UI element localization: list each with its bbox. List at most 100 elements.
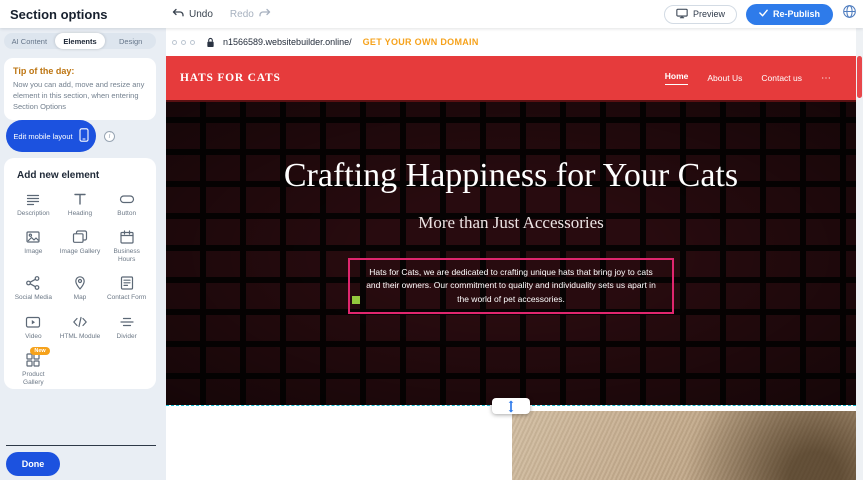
add-element-panel: Add new element Description Heading <box>4 158 156 389</box>
preview-label: Preview <box>693 9 725 19</box>
element-label: Product Gallery <box>11 371 55 387</box>
undo-button[interactable]: Undo <box>189 9 213 20</box>
button-icon <box>119 191 135 207</box>
hero-paragraph[interactable]: Hats for Cats, we are dedicated to craft… <box>362 266 660 306</box>
hero-title[interactable]: Crafting Happiness for Your Cats <box>276 154 746 198</box>
lock-icon <box>206 37 215 48</box>
element-label: Social Media <box>15 294 52 302</box>
get-domain-link[interactable]: GET YOUR OWN DOMAIN <box>363 37 479 47</box>
element-item-business-hours[interactable]: Business Hours <box>103 229 150 264</box>
element-label: Map <box>74 294 87 302</box>
window-dot <box>181 40 186 45</box>
html-module-icon <box>72 314 88 330</box>
element-item-contact-form[interactable]: Contact Form <box>103 275 150 302</box>
site-logo[interactable]: HATS FOR CATS <box>180 72 281 84</box>
site-header[interactable]: HATS FOR CATS Home About Us Contact us ⋯ <box>166 56 856 100</box>
scrollbar-track[interactable] <box>856 28 863 480</box>
element-label: Image Gallery <box>60 248 100 256</box>
phone-icon <box>79 128 89 144</box>
nav-more-icon[interactable]: ⋯ <box>821 73 832 84</box>
video-icon <box>25 314 41 330</box>
site-nav: Home About Us Contact us ⋯ <box>665 71 832 85</box>
element-item-image-gallery[interactable]: Image Gallery <box>57 229 104 264</box>
element-item-button[interactable]: Button <box>103 191 150 218</box>
section-resize-handle[interactable] <box>492 398 530 414</box>
element-item-heading[interactable]: Heading <box>57 191 104 218</box>
element-label: Description <box>17 210 50 218</box>
check-icon <box>759 9 768 19</box>
element-label: Image <box>24 248 42 256</box>
tab-design[interactable]: Design <box>105 33 156 49</box>
globe-icon[interactable] <box>842 4 857 24</box>
element-item-image[interactable]: Image <box>10 229 57 264</box>
new-badge: New <box>30 347 49 355</box>
topbar-actions: Preview Re-Publish <box>664 4 857 25</box>
contact-form-icon <box>119 275 135 291</box>
element-item-video[interactable]: Video <box>10 314 57 341</box>
undo-redo-group: Undo Redo <box>172 5 271 23</box>
element-item-map[interactable]: Map <box>57 275 104 302</box>
tip-title: Tip of the day: <box>13 66 147 76</box>
social-media-icon <box>25 275 41 291</box>
element-label: Button <box>117 210 136 218</box>
nav-item-about[interactable]: About Us <box>707 73 742 83</box>
page-title: Section options <box>10 7 108 22</box>
republish-button[interactable]: Re-Publish <box>746 4 833 25</box>
sidebar-divider <box>6 445 156 446</box>
hero-paragraph-box[interactable]: Hats for Cats, we are dedicated to craft… <box>348 258 674 314</box>
info-icon[interactable]: i <box>104 131 115 142</box>
up-down-arrow-icon <box>507 400 515 413</box>
window-dot <box>190 40 195 45</box>
redo-icon[interactable] <box>259 5 271 23</box>
tip-body: Now you can add, move and resize any ele… <box>13 80 147 113</box>
undo-icon[interactable] <box>172 5 184 23</box>
site-preview: HATS FOR CATS Home About Us Contact us ⋯… <box>166 56 856 480</box>
edit-mobile-layout-label: Edit mobile layout <box>13 132 72 141</box>
window-dot <box>172 40 177 45</box>
element-resize-handle[interactable] <box>352 296 360 304</box>
element-grid: Description Heading Button <box>10 191 150 387</box>
tab-elements[interactable]: Elements <box>55 33 106 49</box>
app-window: Section options Undo Redo <box>0 0 863 480</box>
description-icon <box>25 191 41 207</box>
divider-icon <box>119 314 135 330</box>
sidebar-tabs: AI Content Elements Design <box>4 33 156 49</box>
element-label: Video <box>25 333 42 341</box>
add-element-title: Add new element <box>17 170 150 181</box>
nav-item-home[interactable]: Home <box>665 71 689 85</box>
next-section[interactable] <box>166 406 856 480</box>
element-label: Contact Form <box>107 294 146 302</box>
element-item-description[interactable]: Description <box>10 191 57 218</box>
edit-mobile-layout-button[interactable]: Edit mobile layout <box>6 120 96 152</box>
element-item-product-gallery[interactable]: New Product Gallery <box>10 352 57 387</box>
image-gallery-icon <box>72 229 88 245</box>
tip-card: Tip of the day: Now you can add, move an… <box>4 58 156 120</box>
done-button[interactable]: Done <box>6 452 60 476</box>
element-label: HTML Module <box>60 333 101 341</box>
hero-subtitle[interactable]: More than Just Accessories <box>418 213 604 233</box>
editor-canvas: n1566589.websitebuilder.online/ GET YOUR… <box>166 28 856 480</box>
nav-item-contact[interactable]: Contact us <box>761 73 802 83</box>
preview-button[interactable]: Preview <box>664 5 737 24</box>
element-label: Heading <box>68 210 92 218</box>
scrollbar-thumb[interactable] <box>857 56 862 98</box>
element-label: Divider <box>117 333 137 341</box>
sidebar: AI Content Elements Design Tip of the da… <box>0 28 166 480</box>
hero-section[interactable]: Crafting Happiness for Your Cats More th… <box>166 102 856 405</box>
redo-button[interactable]: Redo <box>230 9 254 20</box>
element-item-social-media[interactable]: Social Media <box>10 275 57 302</box>
business-hours-icon <box>119 229 135 245</box>
heading-icon <box>72 191 88 207</box>
monitor-icon <box>676 8 688 21</box>
carpet-photo[interactable] <box>512 411 856 480</box>
map-icon <box>72 275 88 291</box>
browser-bar: n1566589.websitebuilder.online/ GET YOUR… <box>166 28 856 56</box>
site-url: n1566589.websitebuilder.online/ <box>223 37 352 47</box>
tab-ai-content[interactable]: AI Content <box>4 33 55 49</box>
republish-label: Re-Publish <box>773 9 820 19</box>
image-icon <box>25 229 41 245</box>
element-item-divider[interactable]: Divider <box>103 314 150 341</box>
element-item-html-module[interactable]: HTML Module <box>57 314 104 341</box>
topbar: Section options Undo Redo <box>0 0 863 28</box>
element-label: Business Hours <box>105 248 149 264</box>
